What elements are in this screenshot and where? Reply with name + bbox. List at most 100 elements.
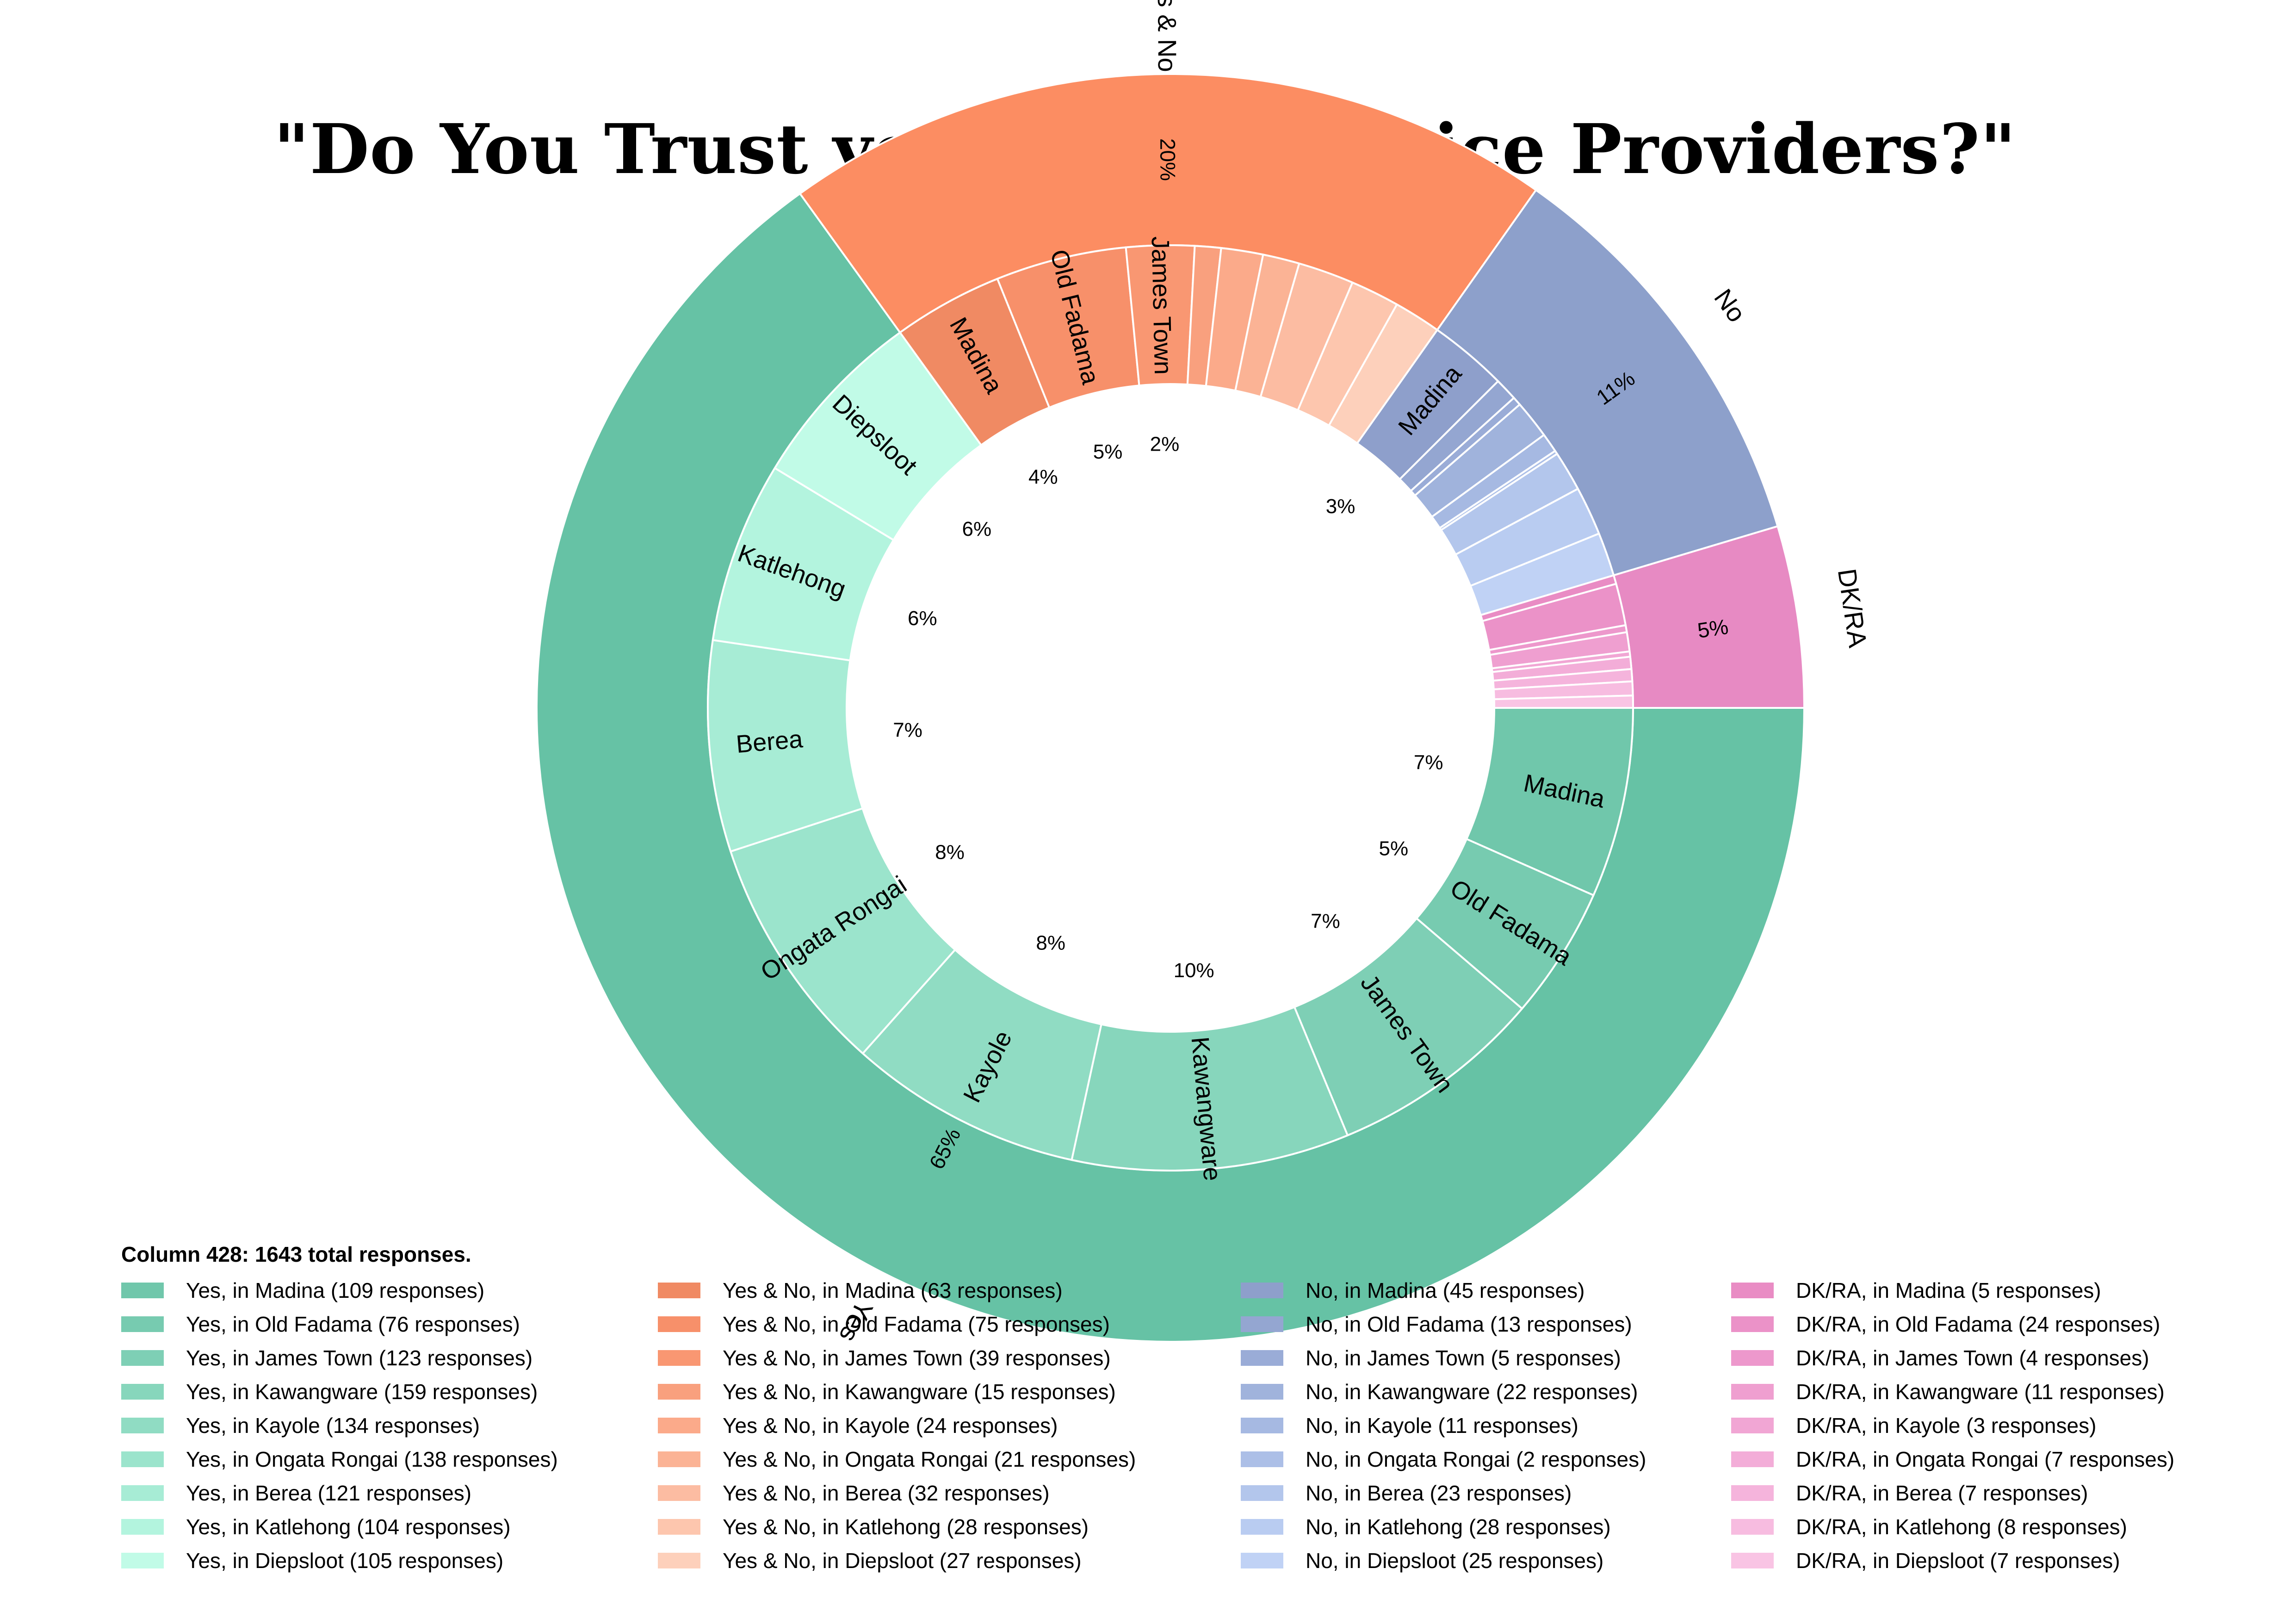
inner-slice-percent-label: 10% [1174, 959, 1214, 982]
legend-column: Yes & No, in Madina (63 responses) Yes & … [658, 1273, 1136, 1577]
legend-label: Yes, in James Town (123 responses) [186, 1345, 533, 1370]
legend-label: Yes & No, in Ongata Rongai (21 responses… [723, 1447, 1136, 1471]
legend-swatch [121, 1451, 164, 1467]
legend-swatch [121, 1282, 164, 1298]
legend-label: No, in Kayole (11 responses) [1306, 1413, 1578, 1438]
legend-swatch [658, 1316, 700, 1332]
inner-slice-percent-label: 3% [1326, 495, 1355, 518]
outer-slice-name-label: Yes & No [1152, 0, 1182, 72]
legend-label: No, in Katlehong (28 responses) [1306, 1514, 1611, 1539]
legend-item: DK/RA, in Kawangware (11 responses) [1731, 1375, 2174, 1408]
legend-label: DK/RA, in Berea (7 responses) [1796, 1481, 2088, 1505]
legend-swatch [1241, 1350, 1283, 1366]
legend-label: DK/RA, in Madina (5 responses) [1796, 1278, 2101, 1302]
legend-swatch [1241, 1552, 1283, 1568]
legend-item: Yes, in Kawangware (159 responses) [121, 1375, 558, 1408]
legend-swatch [1241, 1451, 1283, 1467]
legend-column: Yes, in Madina (109 responses) Yes, in Ol… [121, 1273, 558, 1577]
legend-item: DK/RA, in Old Fadama (24 responses) [1731, 1307, 2174, 1341]
legend-item: No, in Madina (45 responses) [1241, 1273, 1646, 1307]
legend-item: DK/RA, in Kayole (3 responses) [1731, 1408, 2174, 1442]
legend-item: No, in Berea (23 responses) [1241, 1476, 1646, 1510]
legend-swatch [658, 1282, 700, 1298]
legend-label: DK/RA, in Kayole (3 responses) [1796, 1413, 2097, 1438]
legend-swatch [121, 1350, 164, 1366]
legend-column: DK/RA, in Madina (5 responses) DK/RA, in … [1731, 1273, 2174, 1577]
legend-item: DK/RA, in Diepsloot (7 responses) [1731, 1543, 2174, 1577]
legend-label: DK/RA, in Katlehong (8 responses) [1796, 1514, 2127, 1539]
inner-slice-percent-label: 8% [1036, 931, 1065, 954]
outer-slice-name-label: DK/RA [1832, 567, 1873, 650]
legend-label: DK/RA, in James Town (4 responses) [1796, 1345, 2149, 1370]
legend-swatch [658, 1519, 700, 1535]
legend-swatch [1731, 1519, 1774, 1535]
legend-item: No, in James Town (5 responses) [1241, 1341, 1646, 1375]
legend-item: No, in Old Fadama (13 responses) [1241, 1307, 1646, 1341]
legend-swatch [1241, 1485, 1283, 1501]
legend-label: Yes, in Berea (121 responses) [186, 1481, 472, 1505]
legend-swatch [1241, 1383, 1283, 1400]
legend-label: DK/RA, in Kawangware (11 responses) [1796, 1379, 2165, 1404]
inner-slice-label: Berea [735, 725, 805, 758]
legend-item: Yes & No, in Katlehong (28 responses) [658, 1510, 1136, 1543]
legend-item: Yes & No, in Old Fadama (75 responses) [658, 1307, 1136, 1341]
legend-item: No, in Kawangware (22 responses) [1241, 1375, 1646, 1408]
legend-item: Yes, in Ongata Rongai (138 responses) [121, 1442, 558, 1476]
legend-label: Yes & No, in Kayole (24 responses) [723, 1413, 1058, 1438]
legend-label: Yes & No, in Diepsloot (27 responses) [723, 1548, 1082, 1573]
legend-swatch [658, 1350, 700, 1366]
inner-slice-percent-label: 7% [1414, 751, 1443, 774]
legend-label: No, in Kawangware (22 responses) [1306, 1379, 1638, 1404]
legend-label: Yes, in Old Fadama (76 responses) [186, 1312, 520, 1336]
legend-label: No, in Ongata Rongai (2 responses) [1306, 1447, 1646, 1471]
legend-item: DK/RA, in Ongata Rongai (7 responses) [1731, 1442, 2174, 1476]
legend-label: Yes & No, in Old Fadama (75 responses) [723, 1312, 1110, 1336]
legend-swatch [121, 1383, 164, 1400]
legend-label: No, in Diepsloot (25 responses) [1306, 1548, 1604, 1573]
legend-label: Yes, in Katlehong (104 responses) [186, 1514, 511, 1539]
legend-label: Yes & No, in Berea (32 responses) [723, 1481, 1050, 1505]
outer-slice-name-label: No [1708, 284, 1752, 328]
legend-item: Yes & No, in James Town (39 responses) [658, 1341, 1136, 1375]
legend: Column 428: 1643 total responses. Yes, i… [121, 1240, 2249, 1573]
legend-item: Yes & No, in Kayole (24 responses) [658, 1408, 1136, 1442]
legend-swatch [1731, 1417, 1774, 1433]
legend-swatch [1731, 1282, 1774, 1298]
legend-label: No, in Old Fadama (13 responses) [1306, 1312, 1632, 1336]
legend-item: No, in Ongata Rongai (2 responses) [1241, 1442, 1646, 1476]
legend-swatch [1731, 1451, 1774, 1467]
legend-swatch [658, 1552, 700, 1568]
inner-slice-percent-label: 8% [935, 841, 965, 864]
inner-slice-percent-label: 7% [1311, 910, 1340, 933]
legend-swatch [1241, 1282, 1283, 1298]
legend-swatch [1731, 1485, 1774, 1501]
legend-label: No, in Madina (45 responses) [1306, 1278, 1585, 1302]
legend-item: Yes, in James Town (123 responses) [121, 1341, 558, 1375]
legend-label: No, in Berea (23 responses) [1306, 1481, 1572, 1505]
legend-label: Yes & No, in Katlehong (28 responses) [723, 1514, 1089, 1539]
legend-swatch [121, 1519, 164, 1535]
legend-item: DK/RA, in Berea (7 responses) [1731, 1476, 2174, 1510]
legend-label: Yes & No, in Kawangware (15 responses) [723, 1379, 1116, 1404]
legend-swatch [1731, 1316, 1774, 1332]
inner-slice-percent-label: 6% [908, 607, 937, 630]
legend-item: Yes, in Diepsloot (105 responses) [121, 1543, 558, 1577]
legend-label: Yes, in Diepsloot (105 responses) [186, 1548, 504, 1573]
legend-label: Yes, in Kawangware (159 responses) [186, 1379, 538, 1404]
legend-swatch [658, 1383, 700, 1400]
legend-swatch [1241, 1316, 1283, 1332]
legend-item: DK/RA, in Madina (5 responses) [1731, 1273, 2174, 1307]
legend-item: No, in Katlehong (28 responses) [1241, 1510, 1646, 1543]
legend-swatch [1731, 1552, 1774, 1568]
outer-slice-percent-label: 5% [1696, 614, 1730, 643]
legend-swatch [658, 1417, 700, 1433]
inner-slice-percent-label: 5% [1379, 837, 1408, 860]
legend-item: Yes & No, in Madina (63 responses) [658, 1273, 1136, 1307]
inner-slice-label: James Town [1146, 236, 1177, 375]
legend-swatch [1731, 1350, 1774, 1366]
legend-swatch [1241, 1519, 1283, 1535]
legend-item: Yes, in Berea (121 responses) [121, 1476, 558, 1510]
legend-label: Yes & No, in James Town (39 responses) [723, 1345, 1111, 1370]
legend-swatch [121, 1552, 164, 1568]
inner-slice-percent-label: 2% [1150, 433, 1180, 456]
